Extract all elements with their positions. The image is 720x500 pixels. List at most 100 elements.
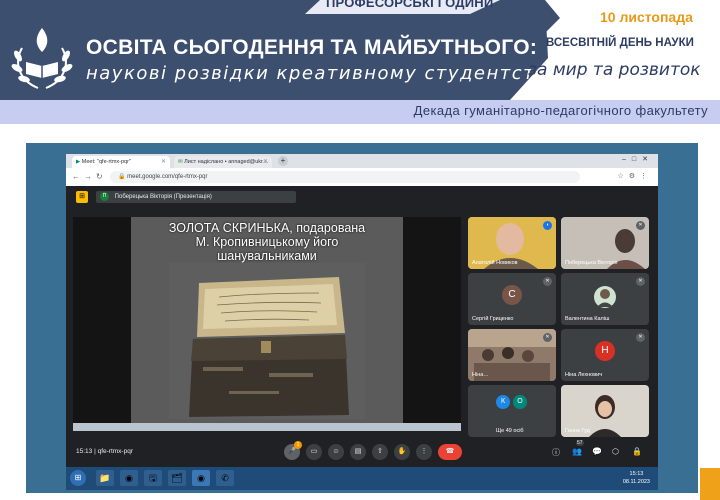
- chrome-active-icon[interactable]: ◉: [192, 470, 210, 486]
- url-text: meet.google.com/qfe-rtmx-pqr: [127, 174, 208, 180]
- participant-name: Ніна…: [472, 372, 489, 378]
- back-icon[interactable]: ←: [72, 172, 80, 181]
- close-icon[interactable]: ✕: [263, 156, 268, 168]
- participant-avatar: К: [496, 395, 510, 409]
- taskbar-clock[interactable]: 15:13 08.11.2023: [623, 470, 650, 486]
- professor-hours-label: ПРОФЕСОРСЬКІ ГОДИНИ: [326, 0, 494, 10]
- mic-off-icon: ✕: [636, 221, 645, 230]
- mic-off-icon: ✕: [636, 333, 645, 342]
- reload-icon[interactable]: ↻: [96, 172, 103, 181]
- participant-name: Сергій Гриценко: [472, 316, 514, 322]
- participant-name: Валентина Каліш: [565, 316, 610, 322]
- event-motto: за мир та розвиток: [528, 60, 701, 80]
- slide-photo: ЗОЛОТА СКРИНЬКА, подарована М. Кропивниц…: [131, 217, 403, 423]
- clock-time: 15:13: [629, 471, 644, 477]
- participant-tile[interactable]: ✕ Поберецька Вікторія: [561, 217, 649, 269]
- speaking-icon: ◖: [543, 221, 552, 230]
- mic-off-icon: ✕: [543, 277, 552, 286]
- meeting-info: 15:13 | qfe-rtmx-pqr: [76, 448, 133, 455]
- participant-avatar: Н: [595, 341, 615, 361]
- meet-controls-bar: 15:13 | qfe-rtmx-pqr 🎤 1 ▭ ☺ ▤ ⇧ ✋ ⋮ ☎ ⓘ…: [66, 440, 658, 463]
- captions-icon: ▤: [354, 448, 362, 455]
- mic-button[interactable]: 🎤 1: [284, 441, 302, 460]
- participant-avatar: С: [502, 285, 522, 305]
- save-icon[interactable]: 🖫: [144, 470, 162, 486]
- forward-icon[interactable]: →: [84, 172, 92, 181]
- close-icon[interactable]: ✕: [161, 156, 166, 168]
- host-controls-icon[interactable]: 🔒: [632, 447, 642, 456]
- info-icon[interactable]: ⓘ: [552, 447, 560, 458]
- tab-bar: ▶ Meet: "qfe-rtmx-pqr" ✕ ✉ Лист надіслан…: [66, 154, 658, 168]
- page-title: ОСВІТА СЬОГОДЕННЯ ТА МАЙБУТНЬОГО:: [86, 36, 538, 59]
- golden-chest-image: [169, 263, 365, 419]
- window-controls[interactable]: –□✕: [622, 155, 654, 163]
- extension-icons[interactable]: ☆⚙⋮: [617, 172, 652, 180]
- lock-icon: 🔒: [118, 174, 126, 180]
- windows-taskbar: ⊞ 📁 ◉ 🖫 🗂 ◉ ✆ 15:13 08.11.2023: [66, 467, 658, 490]
- slide-title: ЗОЛОТА СКРИНЬКА, подарована М. Кропивниц…: [168, 221, 366, 263]
- faculty-label: Декада гуманітарно-педагогічного факульт…: [413, 103, 708, 118]
- participant-name: Ганна Гуд: [565, 428, 590, 434]
- participant-count: 57: [576, 440, 584, 446]
- tab-meet[interactable]: ▶ Meet: "qfe-rtmx-pqr" ✕: [72, 156, 170, 168]
- participant-tile[interactable]: ✕ Ніна…: [468, 329, 556, 381]
- participant-tile[interactable]: С ✕ Сергій Гриценко: [468, 273, 556, 325]
- notification-badge: 1: [294, 441, 302, 449]
- meet-icon: ▶: [76, 159, 81, 165]
- presenter-avatar: П: [100, 191, 109, 201]
- activities-icon[interactable]: ⬡: [612, 447, 619, 456]
- mic-off-icon: ✕: [543, 333, 552, 342]
- presenter-name: Поберецька Вікторія (Презентація): [114, 194, 212, 200]
- participant-avatar: О: [513, 395, 527, 409]
- emoji-icon: ☺: [332, 448, 340, 455]
- raise-hand-button[interactable]: ✋: [394, 444, 410, 460]
- people-button[interactable]: 👥 57: [572, 440, 584, 456]
- participant-tile[interactable]: ◖ Анатолій Новиков: [468, 217, 556, 269]
- participant-name: Ніна Лехнович: [565, 372, 603, 378]
- present-button[interactable]: ⇧: [372, 444, 388, 460]
- explorer-icon[interactable]: 📁: [96, 470, 114, 486]
- captions-button[interactable]: ▤: [350, 444, 366, 460]
- presenter-bar: П Поберецька Вікторія (Презентація): [96, 191, 296, 203]
- event-date: 10 листопада: [600, 9, 693, 25]
- end-call-button[interactable]: ☎: [438, 444, 462, 460]
- camera-button[interactable]: ▭: [306, 444, 322, 460]
- participant-name: Анатолій Новиков: [472, 260, 518, 266]
- slide-thumbnail-strip: [73, 423, 461, 431]
- chat-icon[interactable]: 💬: [592, 447, 602, 456]
- clock-date: 08.11.2023: [622, 479, 650, 485]
- more-options-button[interactable]: ⋮: [416, 444, 432, 460]
- emoji-button[interactable]: ☺: [328, 444, 344, 460]
- faculty-bar: Декада гуманітарно-педагогічного факульт…: [0, 100, 720, 124]
- files-icon[interactable]: 🗂: [168, 470, 186, 486]
- more-icon: ⋮: [420, 448, 428, 455]
- mail-icon: ✉: [178, 159, 183, 165]
- tab-label: Meet: "qfe-rtmx-pqr": [81, 159, 131, 165]
- meeting-time: 15:13: [76, 448, 93, 455]
- present-icon: ⇧: [377, 448, 383, 455]
- more-participants-tile[interactable]: К О Ще 49 осіб: [468, 385, 556, 437]
- event-name: ВСЕСВІТНІЙ ДЕНЬ НАУКИ: [546, 37, 694, 49]
- mic-icon: 🎤: [287, 448, 297, 455]
- new-tab-icon[interactable]: +: [278, 156, 288, 166]
- participant-tile[interactable]: Ганна Гуд: [561, 385, 649, 437]
- present-icon[interactable]: ⊞: [76, 191, 88, 203]
- tab-mail[interactable]: ✉ Лист надіслано • annaged@ukr… ✕: [174, 156, 272, 168]
- university-logo-icon: [11, 28, 73, 89]
- people-icon: 👥: [572, 447, 582, 456]
- tab-label: Лист надіслано • annaged@ukr…: [184, 159, 269, 165]
- viber-icon[interactable]: ✆: [216, 470, 234, 486]
- mic-off-icon: ✕: [636, 277, 645, 286]
- address-bar: ← → ↻ 🔒 meet.google.com/qfe-rtmx-pqr ☆⚙⋮: [66, 168, 658, 186]
- meeting-code: qfe-rtmx-pqr: [97, 448, 133, 455]
- shared-slide: ЗОЛОТА СКРИНЬКА, подарована М. Кропивниц…: [73, 217, 461, 423]
- participant-name: Поберецька Вікторія: [565, 260, 618, 266]
- participant-tile[interactable]: ✕ Валентина Каліш: [561, 273, 649, 325]
- chrome-icon[interactable]: ◉: [120, 470, 138, 486]
- url-input[interactable]: 🔒 meet.google.com/qfe-rtmx-pqr: [110, 171, 580, 183]
- start-button[interactable]: ⊞: [70, 470, 86, 486]
- accent-strip: [700, 468, 720, 500]
- page-subtitle: наукові розвідки креативному студентству: [86, 63, 560, 84]
- participant-tile[interactable]: Н ✕ Ніна Лехнович: [561, 329, 649, 381]
- hand-icon: ✋: [397, 448, 407, 455]
